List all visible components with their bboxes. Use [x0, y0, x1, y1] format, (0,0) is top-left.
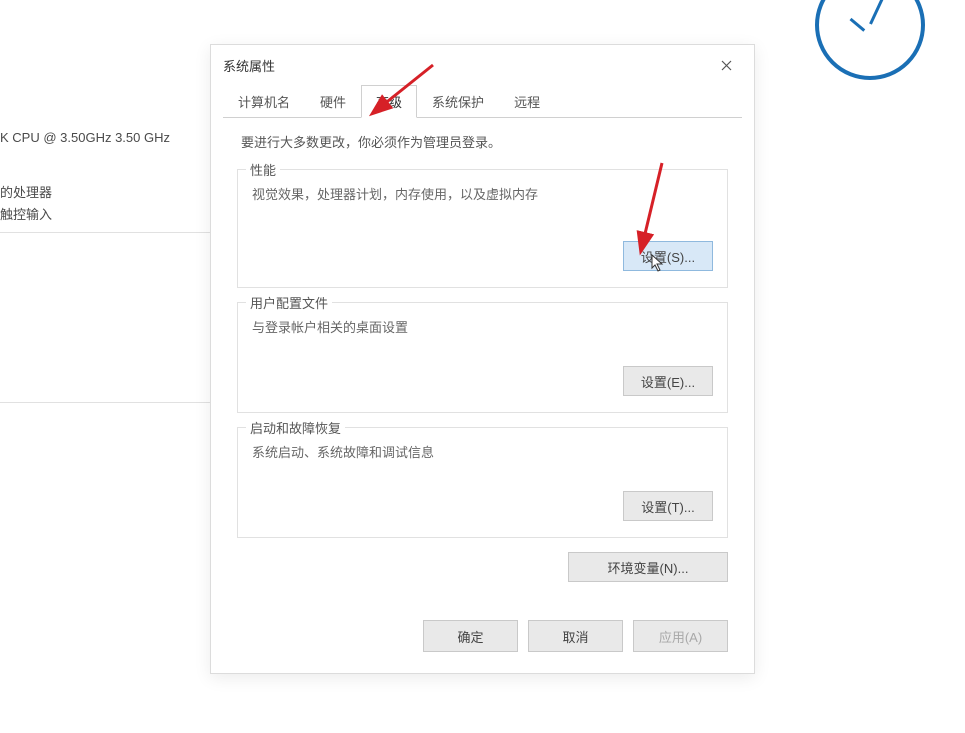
tab-computer-name[interactable]: 计算机名 [223, 85, 305, 118]
performance-settings-button[interactable]: 设置(S)... [623, 241, 713, 271]
group-startup-recovery: 启动和故障恢复 系统启动、系统故障和调试信息 设置(T)... [237, 427, 728, 538]
processor-text: 的处理器 [0, 182, 52, 201]
group-performance-desc: 视觉效果，处理器计划，内存使用，以及虚拟内存 [252, 184, 713, 203]
group-user-profiles-desc: 与登录帐户相关的桌面设置 [252, 317, 713, 336]
system-properties-dialog: 系统属性 计算机名 硬件 高级 系统保护 远程 要进行大多数更改，你必须作为管理… [210, 44, 755, 674]
titlebar: 系统属性 [211, 45, 754, 85]
tab-advanced[interactable]: 高级 [361, 85, 417, 118]
group-user-profiles: 用户配置文件 与登录帐户相关的桌面设置 设置(E)... [237, 302, 728, 413]
divider [0, 402, 215, 403]
touch-input-text: 触控输入 [0, 204, 52, 223]
apply-button[interactable]: 应用(A) [633, 620, 728, 652]
tab-hardware[interactable]: 硬件 [305, 85, 361, 118]
group-user-profiles-title: 用户配置文件 [246, 293, 332, 312]
tab-strip: 计算机名 硬件 高级 系统保护 远程 [211, 85, 754, 117]
cancel-button[interactable]: 取消 [528, 620, 623, 652]
tab-remote[interactable]: 远程 [499, 85, 555, 118]
environment-variables-button[interactable]: 环境变量(N)... [568, 552, 728, 582]
dialog-title: 系统属性 [223, 56, 275, 75]
cpu-info-text: K CPU @ 3.50GHz 3.50 GHz [0, 130, 170, 145]
admin-required-text: 要进行大多数更改，你必须作为管理员登录。 [241, 132, 730, 151]
group-startup-recovery-desc: 系统启动、系统故障和调试信息 [252, 442, 713, 461]
clock-icon [815, 0, 925, 80]
close-button[interactable] [706, 50, 746, 80]
startup-recovery-settings-button[interactable]: 设置(T)... [623, 491, 713, 521]
group-performance: 性能 视觉效果，处理器计划，内存使用，以及虚拟内存 设置(S)... [237, 169, 728, 288]
group-performance-title: 性能 [246, 160, 280, 179]
tab-system-protection[interactable]: 系统保护 [417, 85, 499, 118]
dialog-action-buttons: 确定 取消 应用(A) [223, 610, 742, 652]
user-profiles-settings-button[interactable]: 设置(E)... [623, 366, 713, 396]
tab-panel: 要进行大多数更改，你必须作为管理员登录。 性能 视觉效果，处理器计划，内存使用，… [223, 117, 742, 652]
divider [0, 232, 215, 233]
ok-button[interactable]: 确定 [423, 620, 518, 652]
group-startup-recovery-title: 启动和故障恢复 [246, 418, 345, 437]
close-icon [721, 60, 732, 71]
